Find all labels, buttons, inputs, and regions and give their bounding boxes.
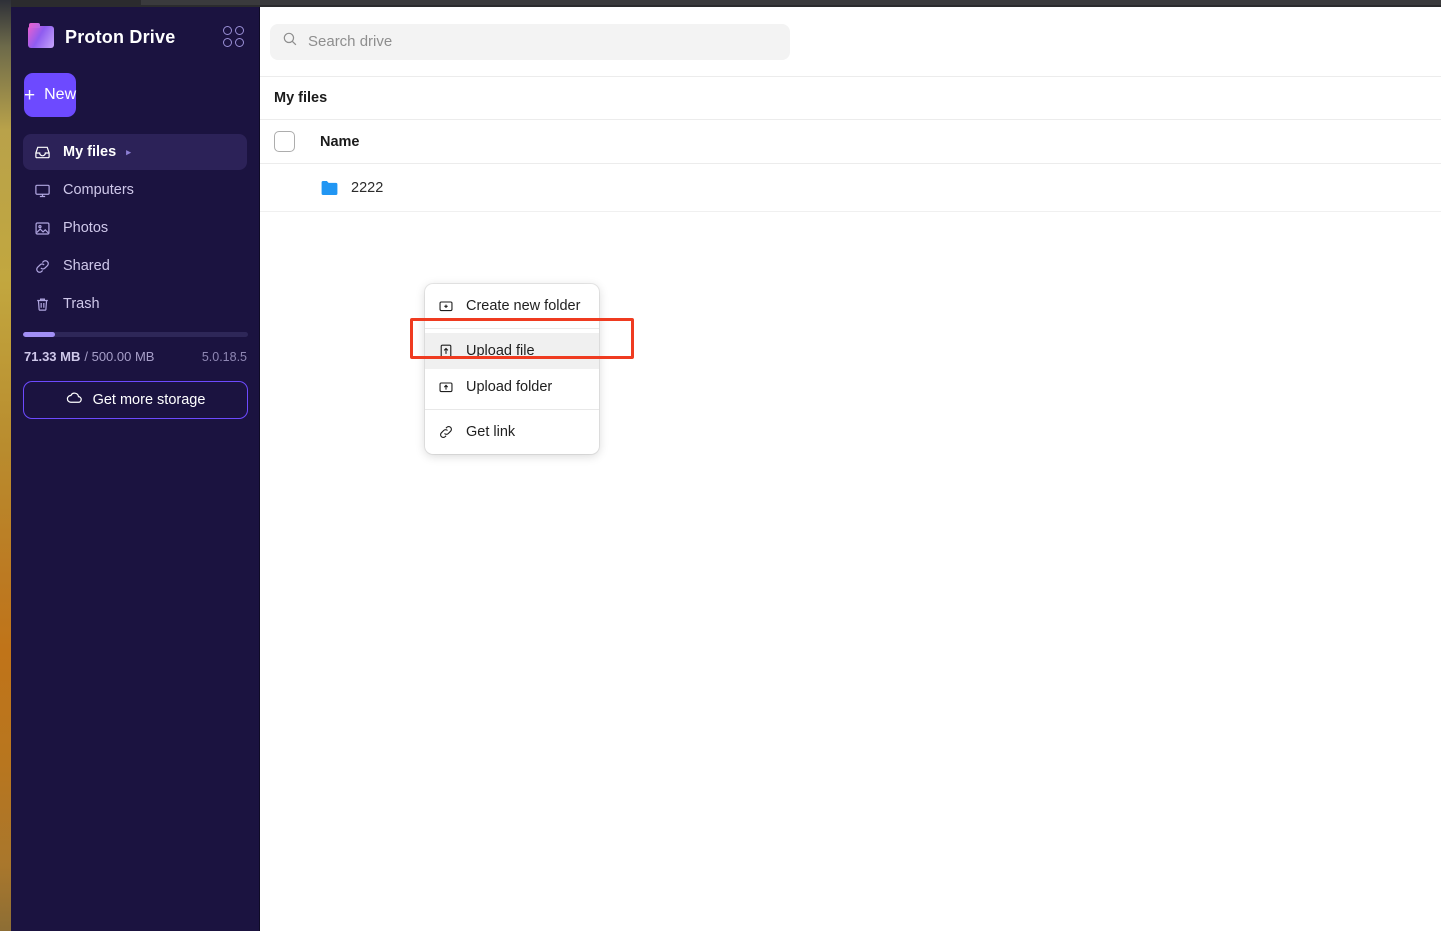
- app-grid-icon[interactable]: [223, 26, 245, 48]
- sidebar-item-computers[interactable]: Computers: [23, 172, 247, 208]
- new-context-menu: Create new folder Upload file Upload fol…: [425, 284, 599, 454]
- sidebar-item-photos[interactable]: Photos: [23, 210, 247, 246]
- menu-item-upload-folder[interactable]: Upload folder: [425, 369, 599, 405]
- desktop-wallpaper-strip: [0, 0, 11, 931]
- storage-text: 71.33 MB / 500.00 MB 5.0.18.5: [23, 349, 248, 364]
- search-input[interactable]: [308, 33, 778, 50]
- storage-section: 71.33 MB / 500.00 MB 5.0.18.5 Get more s…: [11, 332, 260, 419]
- proton-drive-window: Proton Drive + New My files ▸ Computers …: [0, 0, 1441, 931]
- breadcrumb-my-files[interactable]: My files: [274, 90, 327, 106]
- trash-icon: [33, 295, 52, 314]
- menu-item-label: Upload file: [466, 343, 535, 359]
- sidebar-item-label: Computers: [63, 182, 134, 198]
- sidebar-item-shared[interactable]: Shared: [23, 248, 247, 284]
- sidebar-item-label: My files: [63, 144, 117, 160]
- storage-total: / 500.00 MB: [84, 349, 155, 364]
- breadcrumb: My files: [260, 77, 1441, 120]
- sidebar-item-my-files[interactable]: My files ▸: [23, 134, 247, 170]
- proton-drive-folder-logo-icon: [28, 23, 54, 48]
- link-icon: [33, 257, 52, 276]
- folder-icon: [320, 180, 339, 196]
- sidebar-header: Proton Drive: [11, 7, 259, 67]
- sidebar-item-label: Shared: [63, 258, 110, 274]
- top-bar: [260, 7, 1441, 77]
- menu-item-get-link[interactable]: Get link: [425, 414, 599, 450]
- search-bar[interactable]: [270, 23, 790, 60]
- plus-icon: +: [24, 84, 36, 106]
- sidebar-item-trash[interactable]: Trash: [23, 286, 247, 322]
- chevron-right-icon[interactable]: ▸: [126, 147, 131, 157]
- image-icon: [33, 219, 52, 238]
- sidebar: Proton Drive + New My files ▸ Computers …: [11, 7, 260, 931]
- new-button[interactable]: + New: [24, 73, 77, 117]
- main-content: My files Name 2222: [260, 7, 1441, 931]
- storage-progress-fill: [23, 332, 55, 337]
- folder-upload-icon: [437, 378, 455, 396]
- table-header-row: Name: [260, 120, 1441, 164]
- link-icon: [437, 423, 455, 441]
- menu-item-create-new-folder[interactable]: Create new folder: [425, 288, 599, 324]
- menu-item-label: Upload folder: [466, 379, 553, 395]
- menu-separator: [425, 328, 599, 329]
- row-name: 2222: [351, 179, 384, 196]
- brand-name: Proton Drive: [65, 26, 176, 47]
- inbox-icon: [33, 143, 52, 162]
- sidebar-item-label: Photos: [63, 220, 109, 236]
- sidebar-nav: My files ▸ Computers Photos Shared Trash: [11, 134, 259, 322]
- storage-used: 71.33 MB: [24, 349, 81, 364]
- window-titlebar: [11, 0, 1441, 7]
- table-row[interactable]: 2222: [260, 164, 1441, 212]
- storage-progress-bar: [23, 332, 248, 337]
- column-header-name[interactable]: Name: [320, 134, 360, 150]
- monitor-icon: [33, 181, 52, 200]
- titlebar-inner: [141, 0, 1441, 5]
- folder-plus-icon: [437, 297, 455, 315]
- new-button-label: New: [44, 86, 77, 103]
- file-upload-icon: [437, 342, 455, 360]
- menu-item-label: Get link: [466, 424, 516, 440]
- menu-item-label: Create new folder: [466, 298, 581, 314]
- cloud-icon: [66, 392, 93, 409]
- get-more-storage-label: Get more storage: [92, 392, 206, 408]
- menu-item-upload-file[interactable]: Upload file: [425, 333, 599, 369]
- app-version: 5.0.18.5: [201, 350, 247, 364]
- get-more-storage-button[interactable]: Get more storage: [23, 381, 248, 419]
- menu-separator: [425, 409, 599, 410]
- search-icon: [282, 31, 298, 52]
- select-all-checkbox[interactable]: [274, 131, 295, 152]
- sidebar-item-label: Trash: [63, 296, 100, 312]
